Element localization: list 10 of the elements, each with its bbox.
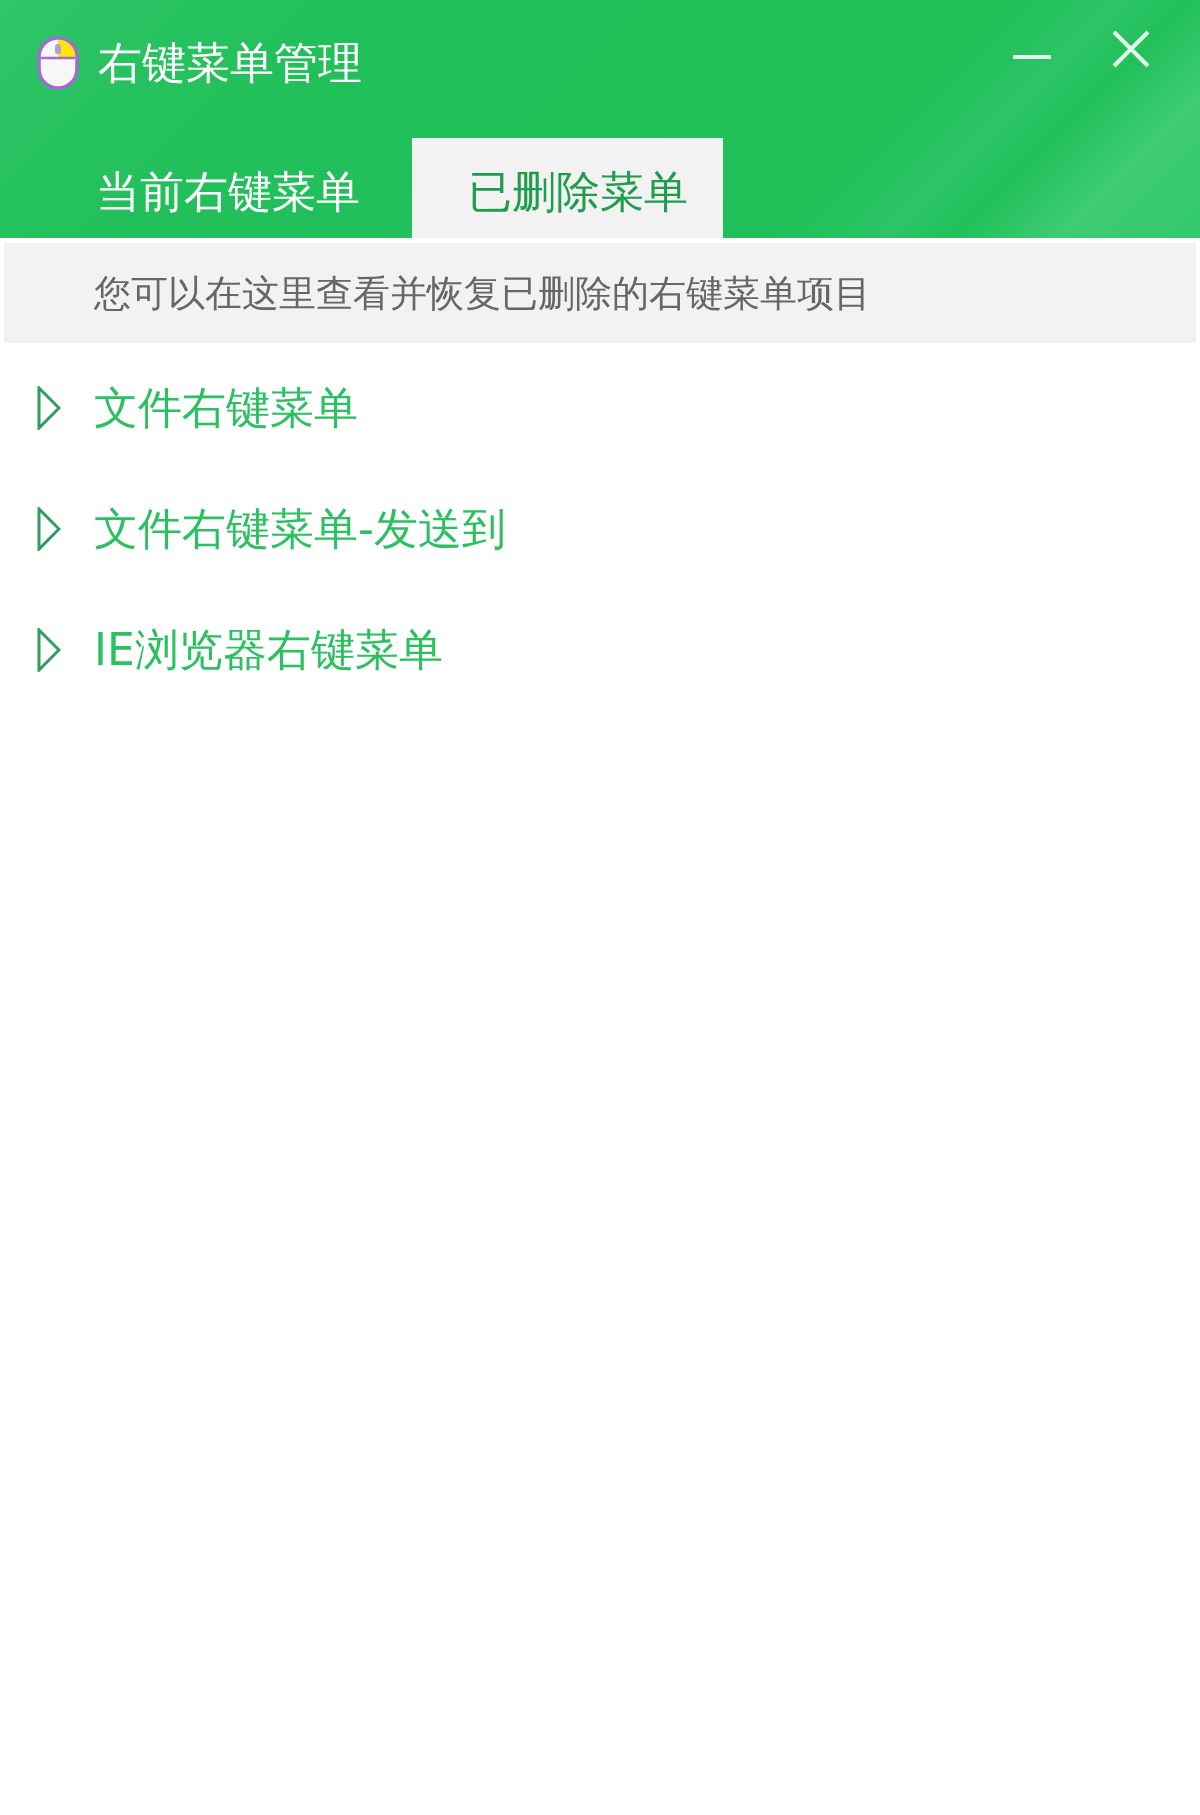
minimize-icon	[1013, 55, 1051, 59]
window-title: 右键菜单管理	[98, 41, 362, 85]
mouse-icon	[37, 36, 79, 90]
close-icon	[1111, 29, 1150, 68]
tab[interactable]: 已删除菜单	[412, 138, 723, 238]
tree-item[interactable]: IE浏览器右键菜单	[94, 627, 443, 672]
info-text: 您可以在这里查看并恢复已删除的右键菜单项目	[94, 274, 871, 312]
tab[interactable]: 当前右键菜单	[72, 138, 383, 238]
tree-item[interactable]: 文件右键菜单	[94, 385, 358, 430]
tree-item[interactable]: 文件右键菜单-发送到	[94, 506, 506, 551]
